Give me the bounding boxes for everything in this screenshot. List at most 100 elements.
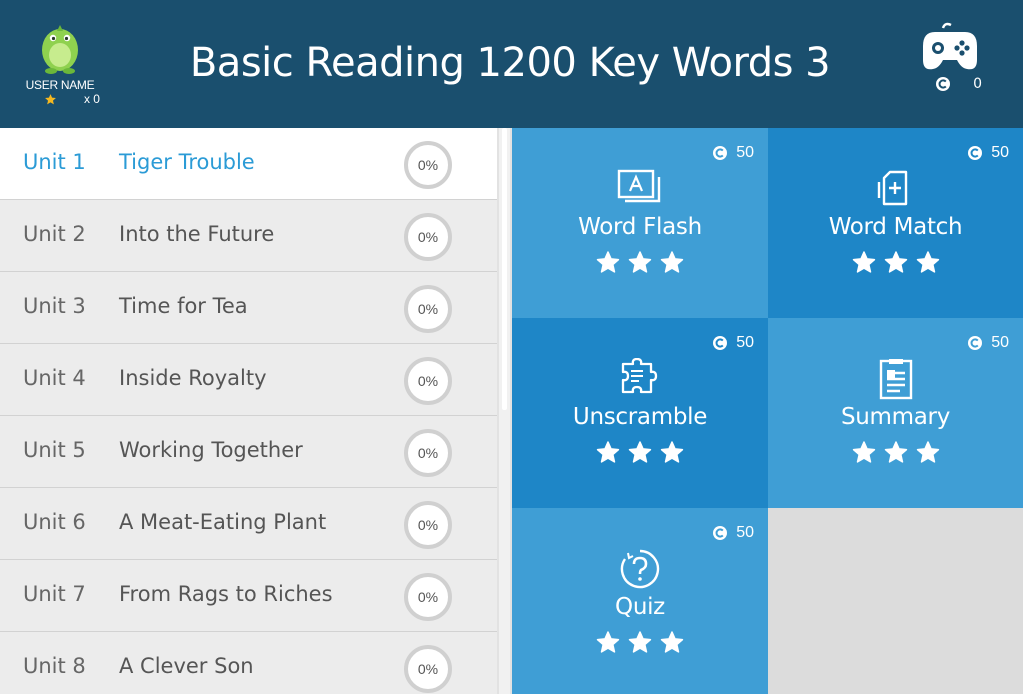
user-star-count: x 0 [20,92,100,106]
game-button[interactable]: 0 [918,22,982,92]
unit-row-7[interactable]: Unit 7 From Rags to Riches 0% [0,560,497,632]
puzzle-icon [621,358,658,394]
coin-icon [968,146,983,160]
star-icon [628,631,652,653]
unit-progress-ring: 0% [404,357,452,405]
match-cards-icon [877,170,907,206]
activity-grid: 50 Word Flash 50 Word Match 50 Unscrambl… [512,128,1023,694]
unit-title: Tiger Trouble [119,150,255,174]
star-icon [884,251,907,273]
unit-row-3[interactable]: Unit 3 Time for Tea 0% [0,272,497,344]
star-icon [596,631,620,653]
flashcard-icon [617,169,661,203]
unit-number: Unit 6 [23,510,86,534]
star-icon [45,93,57,104]
unit-list-scrollbar[interactable] [499,128,510,694]
star-icon [884,441,907,463]
unit-progress-ring: 0% [404,141,452,189]
unit-title: A Clever Son [119,654,254,678]
empty-tile-slot [768,508,1023,694]
tile-coin-value: 50 [736,334,754,351]
unit-number: Unit 1 [23,150,86,174]
unit-number: Unit 4 [23,366,86,390]
header-bar: USER NAME x 0 Basic Reading 1200 Key Wor… [0,0,1023,128]
coin-count-text: 0 [973,76,982,92]
activity-tile-word-match[interactable]: 50 Word Match [768,128,1023,318]
star-icon [852,251,875,273]
unit-progress-ring: 0% [404,429,452,477]
unit-row-1[interactable]: Unit 1 Tiger Trouble 0% [0,128,497,200]
dinosaur-avatar-icon [42,25,78,74]
user-profile[interactable]: USER NAME x 0 [20,22,100,106]
unit-list: Unit 1 Tiger Trouble 0% Unit 2 Into the … [0,128,497,694]
tile-star-rating [768,440,1023,465]
unit-progress-ring: 0% [404,645,452,693]
star-icon [628,441,652,463]
tile-coin-reward: 50 [967,144,1009,162]
page-title: Basic Reading 1200 Key Words 3 [189,40,831,86]
unit-number: Unit 7 [23,582,86,606]
tile-name: Quiz [615,594,665,620]
tile-coin-value: 50 [991,334,1009,351]
coin-icon [968,336,983,350]
tile-coin-reward: 50 [967,334,1009,352]
user-name: USER NAME [25,78,95,92]
unit-title: Into the Future [119,222,275,246]
unit-row-2[interactable]: Unit 2 Into the Future 0% [0,200,497,272]
star-icon [916,251,939,273]
star-icon [596,441,620,463]
header-coin-balance: 0 [918,76,982,92]
tile-name: Word Flash [578,214,702,240]
coin-icon [935,77,950,91]
unit-progress-ring: 0% [404,573,452,621]
activity-tile-unscramble[interactable]: 50 Unscramble [512,318,768,508]
unit-title: Inside Royalty [119,366,267,390]
unit-title: Time for Tea [119,294,248,318]
unit-number: Unit 3 [23,294,86,318]
tile-coin-reward: 50 [712,524,754,542]
tile-coin-value: 50 [736,524,754,541]
star-count-text: x 0 [83,92,100,106]
star-icon [660,251,684,273]
star-icon [628,251,652,273]
unit-row-4[interactable]: Unit 4 Inside Royalty 0% [0,344,497,416]
unit-number: Unit 8 [23,654,86,678]
unit-row-5[interactable]: Unit 5 Working Together 0% [0,416,497,488]
star-icon [596,251,620,273]
tile-name: Summary [840,404,951,430]
unit-title: Working Together [119,438,303,462]
tile-star-rating [768,250,1023,275]
unit-progress-ring: 0% [404,213,452,261]
unit-row-8[interactable]: Unit 8 A Clever Son 0% [0,632,497,694]
tile-star-rating [512,250,768,275]
unit-progress-ring: 0% [404,285,452,333]
coin-icon [713,146,728,160]
tile-name: Word Match [828,214,963,240]
question-icon [620,549,660,589]
activity-tile-quiz[interactable]: 50 Quiz [512,508,768,694]
document-icon [879,359,912,400]
tile-coin-reward: 50 [712,334,754,352]
activity-tile-word-flash[interactable]: 50 Word Flash [512,128,768,318]
activity-tile-summary[interactable]: 50 Summary [768,318,1023,508]
tile-name: Unscramble [572,404,708,430]
tile-coin-reward: 50 [712,144,754,162]
star-icon [660,631,684,653]
coin-icon [713,336,728,350]
scrollbar-thumb[interactable] [502,128,507,410]
star-icon [660,441,684,463]
tile-coin-value: 50 [736,144,754,161]
tile-coin-value: 50 [991,144,1009,161]
unit-title: A Meat-Eating Plant [119,510,327,534]
unit-row-6[interactable]: Unit 6 A Meat-Eating Plant 0% [0,488,497,560]
star-icon [916,441,939,463]
tile-star-rating [512,440,768,465]
gamepad-icon [923,22,977,70]
unit-number: Unit 5 [23,438,86,462]
unit-number: Unit 2 [23,222,86,246]
coin-icon [713,526,728,540]
star-icon [852,441,875,463]
unit-title: From Rags to Riches [119,582,333,606]
tile-star-rating [512,630,768,655]
unit-progress-ring: 0% [404,501,452,549]
